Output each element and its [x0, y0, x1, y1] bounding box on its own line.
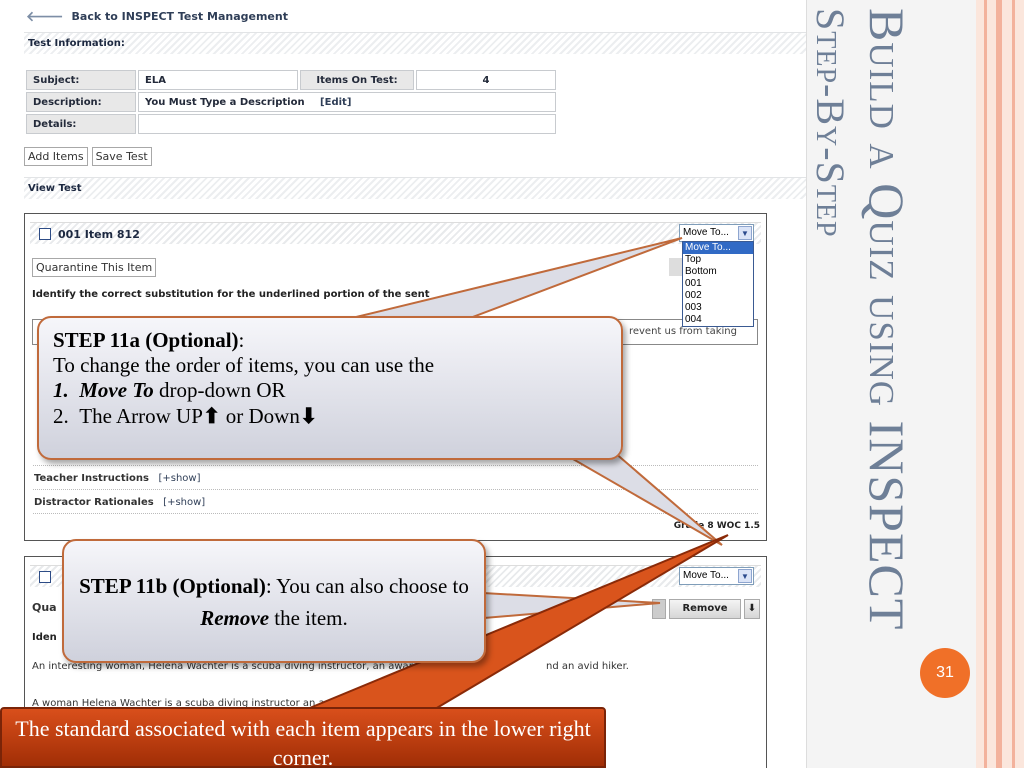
- back-link-label: Back to INSPECT Test Management: [71, 10, 288, 23]
- step-11b-heading: STEP 11b (Optional): [79, 574, 266, 598]
- item-title: 001 Item 812: [58, 228, 140, 241]
- step-11b-text: : You can also choose to: [265, 574, 469, 598]
- view-test-header: View Test: [24, 177, 806, 199]
- save-test-button[interactable]: Save Test: [91, 147, 152, 166]
- back-arrow-icon: 🡐: [26, 8, 64, 25]
- move-option[interactable]: 002: [683, 290, 753, 302]
- distractor-rationales-toggle[interactable]: [+show]: [163, 497, 205, 508]
- quarantine-item-button[interactable]: Qua: [32, 601, 57, 614]
- item-question: Iden: [32, 632, 57, 643]
- divider: [33, 465, 758, 466]
- standard-note-banner: The standard associated with each item a…: [0, 707, 606, 768]
- teacher-instructions-row: Teacher Instructions [+show]: [34, 473, 200, 484]
- stripe: [996, 0, 1002, 768]
- step-11a-option-1: 1. Move To drop-down OR: [53, 378, 286, 403]
- distractor-rationales-row: Distractor Rationales [+show]: [34, 497, 205, 508]
- step-11b-callout: STEP 11b (Optional): You can also choose…: [62, 539, 486, 663]
- decorative-stripes: [976, 0, 1024, 768]
- move-option[interactable]: Top: [683, 254, 753, 266]
- answer-choice-text: revent us from taking: [628, 326, 737, 337]
- step-11a-heading: STEP 11a (Optional):: [53, 328, 245, 352]
- slide-title: Build a Quiz using INSPECT: [859, 8, 915, 631]
- test-info-table: Subject: ELA Items On Test: 4 Descriptio…: [24, 68, 558, 136]
- item-standard-tag: Grade 8 WOC 1.5: [673, 521, 760, 531]
- item-header: 001 Item 812 Move To... ▼: [30, 222, 761, 244]
- teacher-instructions-toggle[interactable]: [+show]: [158, 473, 200, 484]
- up-arrow-icon: ⬆: [202, 403, 221, 428]
- move-to-dropdown[interactable]: Move To... ▼: [679, 567, 754, 585]
- down-arrow-icon: ⬇: [299, 403, 318, 428]
- chevron-down-icon: ▼: [738, 226, 752, 240]
- page-number-badge: 31: [920, 648, 970, 698]
- up-arrow-button[interactable]: [652, 599, 666, 619]
- move-to-selected: Move To...: [683, 570, 729, 581]
- move-to-options-list: Move To... Top Bottom 001 002 003 004: [682, 241, 754, 327]
- items-on-test-label: Items On Test:: [300, 70, 414, 90]
- subject-value: ELA: [138, 70, 298, 90]
- items-on-test-value: 4: [416, 70, 556, 90]
- step-11a-callout: STEP 11a (Optional): To change the order…: [37, 316, 623, 460]
- item-passage-tail: nd an avid hiker.: [546, 661, 629, 672]
- move-option[interactable]: Move To...: [683, 242, 753, 254]
- stripe: [1012, 0, 1015, 768]
- step-11a-option-2: 2. The Arrow UP⬆ or Down⬇: [53, 403, 318, 428]
- details-label: Details:: [26, 114, 136, 134]
- move-option[interactable]: Bottom: [683, 266, 753, 278]
- step-11b-text-end: the item.: [269, 605, 348, 630]
- move-option[interactable]: 004: [683, 314, 753, 326]
- item-question: Identify the correct substitution for th…: [32, 289, 430, 300]
- description-cell: You Must Type a Description [Edit]: [138, 92, 556, 112]
- move-option[interactable]: 001: [683, 278, 753, 290]
- stripe: [984, 0, 987, 768]
- remove-item-button[interactable]: Remove: [669, 599, 741, 619]
- teacher-instructions-label: Teacher Instructions: [34, 473, 149, 484]
- test-actions: Add Items Save Test: [24, 147, 152, 166]
- slide-subtitle: Step-By-Step: [808, 8, 853, 238]
- move-to-dropdown[interactable]: Move To... ▼: [679, 224, 754, 242]
- chevron-down-icon: ▼: [738, 569, 752, 583]
- move-to-selected: Move To...: [683, 227, 729, 238]
- details-value: [138, 114, 556, 134]
- move-down-button[interactable]: ⬇: [744, 599, 760, 619]
- edit-description-link[interactable]: [Edit]: [320, 97, 351, 108]
- divider: [33, 513, 758, 514]
- test-information-header: Test Information:: [24, 32, 806, 54]
- item-select-checkbox[interactable]: [39, 571, 51, 583]
- description-label: Description:: [26, 92, 136, 112]
- quarantine-item-button[interactable]: Quarantine This Item: [32, 258, 157, 277]
- step-11a-text: To change the order of items, you can us…: [53, 353, 435, 378]
- add-items-button[interactable]: Add Items: [24, 147, 88, 166]
- step-11b-emphasis: Remove: [200, 605, 270, 630]
- inspect-screenshot: 🡐 Back to INSPECT Test Management Test I…: [0, 0, 806, 768]
- move-option[interactable]: 003: [683, 302, 753, 314]
- item-select-checkbox[interactable]: [39, 228, 51, 240]
- description-value: You Must Type a Description: [145, 96, 305, 108]
- back-link[interactable]: 🡐 Back to INSPECT Test Management: [26, 8, 288, 25]
- divider: [33, 489, 758, 490]
- subject-label: Subject:: [26, 70, 136, 90]
- distractor-rationales-label: Distractor Rationales: [34, 497, 154, 508]
